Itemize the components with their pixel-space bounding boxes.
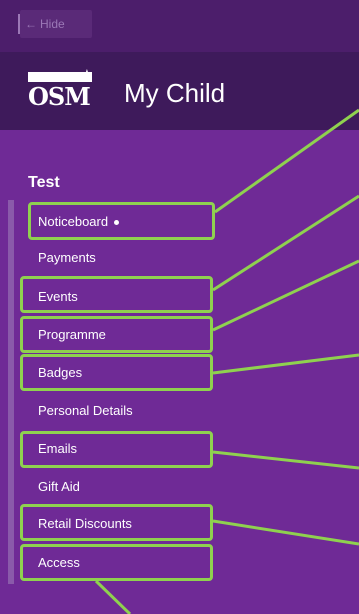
annotation-lines bbox=[94, 108, 359, 614]
connector-noticeboard bbox=[214, 108, 359, 214]
connector-badges bbox=[212, 353, 359, 375]
connector-programme bbox=[212, 259, 359, 332]
connector-retail-discounts bbox=[212, 519, 359, 546]
connector-events bbox=[212, 194, 359, 292]
connector-emails bbox=[212, 450, 359, 470]
connector-access bbox=[94, 579, 132, 614]
